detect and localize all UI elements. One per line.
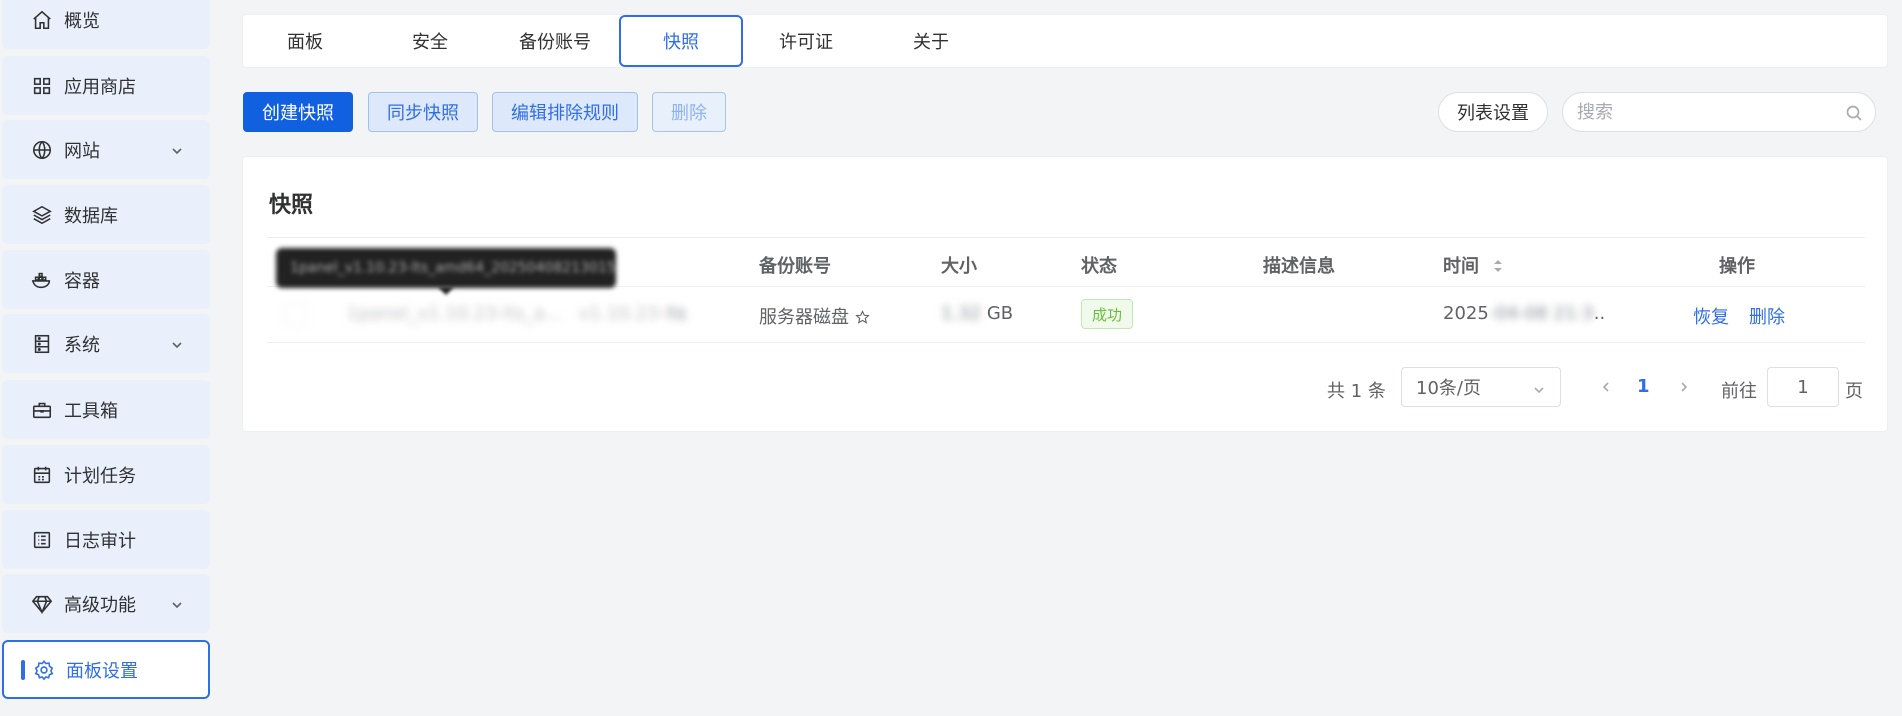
sidebar-item-label: 面板设置 [66,660,138,682]
star-icon [855,310,870,324]
goto-prefix: 前往 [1721,381,1757,402]
sidebar-item-label: 工具箱 [64,400,118,422]
column-size: 大小 [941,256,977,277]
snapshot-time: 2025-04-08 21:3.. [1443,303,1605,324]
column-actions: 操作 [1719,256,1755,277]
gear-icon [32,658,56,682]
size-number: 1.32 [941,303,982,324]
card-title: 快照 [269,193,314,218]
next-page-icon[interactable] [1677,379,1693,395]
sidebar: 概览 应用商店 网站 数据库 容器 系统 工具箱 计划任务 日志审计 高级功能 [0,0,212,716]
delete-link[interactable]: 删除 [1749,303,1785,329]
column-status: 状态 [1081,256,1117,277]
sidebar-item-label: 高级功能 [64,594,136,616]
sidebar-item-label: 系统 [64,334,100,356]
calendar-icon [30,463,54,487]
chevron-down-icon [170,336,184,350]
sidebar-item-website[interactable]: 网站 [2,120,210,179]
pager-total: 共 1 条 [1327,381,1386,402]
name-tooltip: 1panel_v1.10.23-lts_amd64_20250408213015 [276,248,616,288]
page-number[interactable]: 1 [1637,376,1650,397]
column-time[interactable]: 时间 [1443,252,1503,278]
sidebar-item-overview[interactable]: 概览 [2,0,210,49]
server-icon [30,332,54,356]
diamond-icon [30,592,54,616]
home-icon [30,8,54,32]
tab-backup-account[interactable]: 备份账号 [493,15,617,67]
tab-snapshot[interactable]: 快照 [619,15,743,67]
restore-link[interactable]: 恢复 [1693,303,1729,329]
time-ellipsis: .. [1593,303,1606,324]
sidebar-item-label: 容器 [64,270,100,292]
chevron-down-icon [170,596,184,610]
tooltip-arrow [438,287,454,295]
chevron-down-icon [170,142,184,156]
sidebar-item-label: 应用商店 [64,76,136,98]
sidebar-item-label: 概览 [64,10,100,32]
status-badge: 成功 [1081,299,1134,329]
tab-license[interactable]: 许可证 [744,15,868,67]
account-label: 服务器磁盘 [759,307,849,328]
sidebar-item-app-store[interactable]: 应用商店 [2,56,210,115]
search-box [1562,92,1876,132]
sidebar-item-advanced[interactable]: 高级功能 [2,574,210,633]
list-icon [30,528,54,552]
tab-panel[interactable]: 面板 [243,15,367,67]
sidebar-item-label: 计划任务 [64,465,136,487]
time-year: 2025 [1443,303,1489,324]
time-rest: -04-08 21:3 [1488,303,1594,324]
globe-icon [30,138,54,162]
goto-suffix: 页 [1845,381,1863,402]
sidebar-item-label: 日志审计 [64,530,136,552]
goto-page-input[interactable] [1767,367,1839,407]
blur-overlay [280,290,670,330]
sidebar-item-container[interactable]: 容器 [2,250,210,309]
active-indicator [21,660,25,680]
page-size-select[interactable]: 10条/页 [1401,367,1561,407]
tab-security[interactable]: 安全 [368,15,492,67]
size-unit: GB [986,303,1014,324]
settings-tabs: 面板 安全 备份账号 快照 许可证 关于 [242,14,1888,68]
delete-button[interactable]: 删除 [652,92,726,132]
column-time-label: 时间 [1443,256,1479,277]
column-account: 备份账号 [759,256,831,277]
search-icon[interactable] [1845,104,1863,122]
sidebar-item-cron[interactable]: 计划任务 [2,445,210,504]
sidebar-item-log-audit[interactable]: 日志审计 [2,510,210,569]
snapshot-size: 1.32 GB [941,303,1013,324]
sidebar-item-database[interactable]: 数据库 [2,185,210,244]
toolbox-icon [30,398,54,422]
page-size-value: 10条/页 [1416,378,1481,399]
sidebar-item-panel-settings[interactable]: 面板设置 [2,640,210,699]
sync-snapshot-button[interactable]: 同步快照 [368,92,478,132]
snapshot-account: 服务器磁盘 [759,303,870,329]
sidebar-item-label: 数据库 [64,205,118,227]
tab-about[interactable]: 关于 [869,15,993,67]
grid-icon [30,74,54,98]
layers-icon [30,203,54,227]
sidebar-item-toolbox[interactable]: 工具箱 [2,380,210,439]
chevron-down-icon [1532,381,1546,395]
sort-icon[interactable] [1493,258,1503,274]
prev-page-icon[interactable] [1599,379,1615,395]
sidebar-item-label: 网站 [64,140,100,162]
create-snapshot-button[interactable]: 创建快照 [243,92,353,132]
search-input[interactable] [1563,101,1823,123]
edit-exclude-rules-button[interactable]: 编辑排除规则 [492,92,638,132]
docker-icon [30,268,54,292]
column-description: 描述信息 [1263,256,1335,277]
list-settings-button[interactable]: 列表设置 [1438,92,1548,132]
sidebar-item-system[interactable]: 系统 [2,314,210,373]
